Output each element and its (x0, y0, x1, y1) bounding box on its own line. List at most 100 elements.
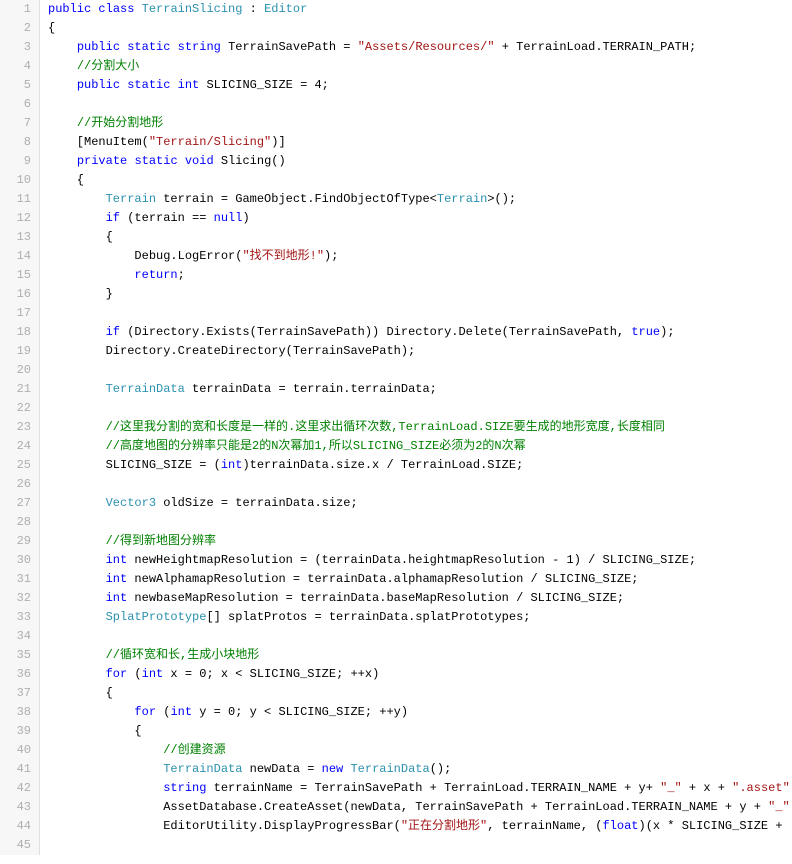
code-token (48, 477, 55, 491)
code-token: )terrainData.size.x / TerrainLoad.SIZE; (242, 458, 523, 472)
code-token: public (48, 2, 91, 16)
code-token: "Terrain/Slicing" (149, 135, 271, 149)
code-token: static (127, 40, 170, 54)
code-content: public class TerrainSlicing : Editor{ pu… (40, 0, 792, 855)
line-number: 20 (0, 361, 31, 380)
code-line: { (48, 171, 792, 190)
line-number: 8 (0, 133, 31, 152)
code-line (48, 475, 792, 494)
code-line: { (48, 684, 792, 703)
line-number: 6 (0, 95, 31, 114)
line-number: 18 (0, 323, 31, 342)
code-line (48, 627, 792, 646)
code-token: TerrainData (163, 762, 242, 776)
line-number: 25 (0, 456, 31, 475)
code-token: void (185, 154, 214, 168)
code-line: //高度地图的分辨率只能是2的N次幂加1,所以SLICING_SIZE必须为2的… (48, 437, 792, 456)
code-line: Vector3 oldSize = terrainData.size; (48, 494, 792, 513)
code-token (48, 211, 106, 225)
line-number: 42 (0, 779, 31, 798)
code-token: y = 0; y < SLICING_SIZE; ++y) (192, 705, 408, 719)
line-number: 5 (0, 76, 31, 95)
code-line (48, 513, 792, 532)
code-token (170, 78, 177, 92)
line-number: 33 (0, 608, 31, 627)
line-number: 7 (0, 114, 31, 133)
code-token: AssetDatabase.CreateAsset(newData, Terra… (48, 800, 768, 814)
line-number: 24 (0, 437, 31, 456)
code-token (48, 762, 163, 776)
code-line: TerrainData newData = new TerrainData(); (48, 760, 792, 779)
line-number: 32 (0, 589, 31, 608)
code-token: newAlphamapResolution = terrainData.alph… (127, 572, 638, 586)
code-token: Editor (264, 2, 307, 16)
code-line (48, 361, 792, 380)
code-token: (); (430, 762, 452, 776)
line-number: 30 (0, 551, 31, 570)
code-line: private static void Slicing() (48, 152, 792, 171)
code-token (48, 743, 163, 757)
code-token: int (178, 78, 200, 92)
code-token: Vector3 (106, 496, 156, 510)
code-token: [MenuItem( (48, 135, 149, 149)
code-line: for (int y = 0; y < SLICING_SIZE; ++y) (48, 703, 792, 722)
code-token (48, 838, 55, 852)
line-number: 36 (0, 665, 31, 684)
code-line: string terrainName = TerrainSavePath + T… (48, 779, 792, 798)
code-token (178, 154, 185, 168)
code-token: "_" (660, 781, 682, 795)
code-token: "_" (768, 800, 790, 814)
code-line (48, 836, 792, 855)
code-line: Terrain terrain = GameObject.FindObjectO… (48, 190, 792, 209)
code-token: { (48, 230, 113, 244)
line-number: 35 (0, 646, 31, 665)
code-token: string (178, 40, 221, 54)
code-token: int (170, 705, 192, 719)
code-token: { (48, 21, 55, 35)
code-token (48, 382, 106, 396)
code-token: int (221, 458, 243, 472)
code-token (48, 78, 77, 92)
code-token: //高度地图的分辨率只能是2的N次幂加1,所以SLICING_SIZE必须为2的… (106, 439, 526, 453)
code-token: newbaseMapResolution = terrainData.baseM… (127, 591, 624, 605)
line-number: 21 (0, 380, 31, 399)
code-token: int (106, 572, 128, 586)
code-token (48, 116, 77, 130)
code-line: { (48, 722, 792, 741)
code-token (48, 439, 106, 453)
code-line: public static string TerrainSavePath = "… (48, 38, 792, 57)
code-line: SLICING_SIZE = (int)terrainData.size.x /… (48, 456, 792, 475)
code-token (48, 401, 55, 415)
line-number: 26 (0, 475, 31, 494)
code-line (48, 304, 792, 323)
code-token: Terrain (437, 192, 487, 206)
code-token (48, 515, 55, 529)
code-token: + x + (682, 781, 732, 795)
line-number: 38 (0, 703, 31, 722)
code-token (48, 40, 77, 54)
code-line: SplatPrototype[] splatProtos = terrainDa… (48, 608, 792, 627)
code-token: SLICING_SIZE = ( (48, 458, 221, 472)
code-token (48, 629, 55, 643)
code-token: ; (178, 268, 185, 282)
code-token: public (77, 78, 120, 92)
code-line: if (terrain == null) (48, 209, 792, 228)
code-token (48, 97, 55, 111)
code-token: for (134, 705, 156, 719)
code-line: //分割大小 (48, 57, 792, 76)
code-token (48, 268, 134, 282)
code-token: { (48, 173, 84, 187)
code-token: "找不到地形!" (242, 249, 324, 263)
code-line: if (Directory.Exists(TerrainSavePath)) D… (48, 323, 792, 342)
code-token: x = 0; x < SLICING_SIZE; ++x) (163, 667, 379, 681)
code-token: (Directory.Exists(TerrainSavePath)) Dire… (120, 325, 631, 339)
code-line: for (int x = 0; x < SLICING_SIZE; ++x) (48, 665, 792, 684)
line-number: 2 (0, 19, 31, 38)
code-token: TerrainSlicing (142, 2, 243, 16)
code-line: [MenuItem("Terrain/Slicing")] (48, 133, 792, 152)
code-token (48, 192, 106, 206)
code-token (48, 553, 106, 567)
code-token: ); (324, 249, 338, 263)
line-number: 34 (0, 627, 31, 646)
code-token: true (631, 325, 660, 339)
